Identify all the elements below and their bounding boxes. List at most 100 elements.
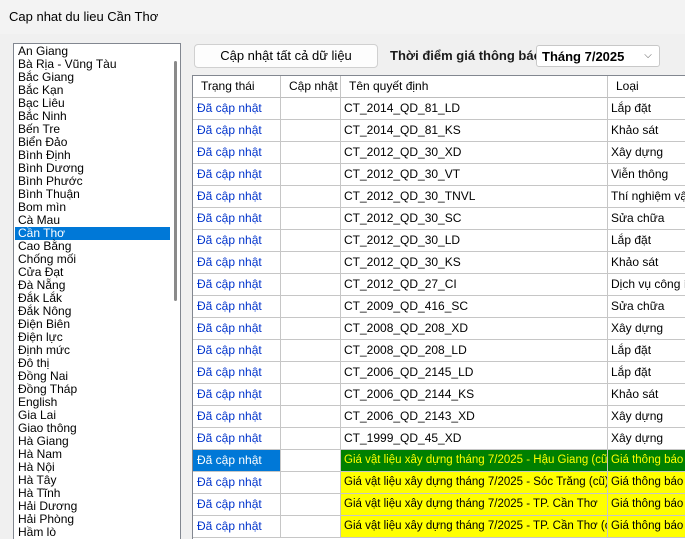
update-cell[interactable]: [281, 252, 341, 274]
update-cell[interactable]: [281, 362, 341, 384]
decision-grid[interactable]: Trạng thái Cập nhật Tên quyết định Loại …: [192, 75, 685, 539]
column-header-status[interactable]: Trạng thái: [193, 76, 281, 98]
decision-name-cell[interactable]: Giá vật liệu xây dựng tháng 7/2025 - TP.…: [341, 494, 608, 516]
type-cell[interactable]: Khảo sát: [608, 384, 685, 406]
table-row[interactable]: Đã cập nhật CT_1999_QD_45_XD Xây dựng: [193, 428, 685, 450]
table-row[interactable]: Đã cập nhật CT_2006_QD_2143_XD Xây dựng: [193, 406, 685, 428]
decision-name-cell[interactable]: CT_2008_QD_208_LD: [341, 340, 608, 362]
type-cell[interactable]: Sửa chữa: [608, 208, 685, 230]
province-list[interactable]: An Giang Bà Rịa - Vũng Tàu Bắc Giang Bắc Kạ…: [13, 43, 181, 539]
type-cell[interactable]: Giá thông báo: [608, 494, 685, 516]
decision-name-cell[interactable]: CT_2012_QD_30_TNVL: [341, 186, 608, 208]
decision-name-cell[interactable]: Giá vật liệu xây dựng tháng 7/2025 - TP.…: [341, 516, 608, 538]
table-row[interactable]: Đã cập nhật Giá vật liệu xây dựng tháng 7…: [193, 516, 685, 538]
update-cell[interactable]: [281, 230, 341, 252]
type-cell[interactable]: Lắp đặt: [608, 340, 685, 362]
table-row[interactable]: Đã cập nhật CT_2012_QD_30_VT Viễn thông: [193, 164, 685, 186]
table-row[interactable]: Đã cập nhật Giá vật liệu xây dựng tháng 7…: [193, 450, 685, 472]
table-row[interactable]: Đã cập nhật CT_2012_QD_30_KS Khảo sát: [193, 252, 685, 274]
update-cell[interactable]: [281, 208, 341, 230]
type-cell[interactable]: Khảo sát: [608, 120, 685, 142]
status-cell[interactable]: Đã cập nhật: [193, 98, 281, 120]
table-row[interactable]: Đã cập nhật CT_2012_QD_30_XD Xây dựng: [193, 142, 685, 164]
update-cell[interactable]: [281, 186, 341, 208]
status-cell[interactable]: Đã cập nhật: [193, 362, 281, 384]
type-cell[interactable]: Xây dựng: [608, 318, 685, 340]
update-cell[interactable]: [281, 494, 341, 516]
table-row[interactable]: Đã cập nhật Giá vật liệu xây dựng tháng 7…: [193, 494, 685, 516]
type-cell[interactable]: Sửa chữa: [608, 296, 685, 318]
status-cell[interactable]: Đã cập nhật: [193, 318, 281, 340]
table-row[interactable]: Đã cập nhật CT_2014_QD_81_LD Lắp đặt: [193, 98, 685, 120]
type-cell[interactable]: Xây dựng: [608, 428, 685, 450]
table-row[interactable]: Đã cập nhật CT_2009_QD_416_SC Sửa chữa: [193, 296, 685, 318]
update-cell[interactable]: [281, 164, 341, 186]
update-cell[interactable]: [281, 318, 341, 340]
table-row[interactable]: Đã cập nhật Giá vật liệu xây dựng tháng 7…: [193, 472, 685, 494]
month-select[interactable]: Tháng 7/2025 ⌵: [536, 45, 660, 67]
column-header-type[interactable]: Loại: [608, 76, 685, 98]
update-cell[interactable]: [281, 274, 341, 296]
decision-name-cell[interactable]: CT_2012_QD_30_XD: [341, 142, 608, 164]
table-row[interactable]: Đã cập nhật CT_2012_QD_27_CI Dịch vụ công …: [193, 274, 685, 296]
decision-name-cell[interactable]: Giá vật liệu xây dựng tháng 7/2025 - Sóc…: [341, 472, 608, 494]
decision-name-cell[interactable]: CT_2012_QD_30_KS: [341, 252, 608, 274]
type-cell[interactable]: Xây dựng: [608, 142, 685, 164]
status-cell[interactable]: Đã cập nhật: [193, 230, 281, 252]
status-cell[interactable]: Đã cập nhật: [193, 186, 281, 208]
status-cell[interactable]: Đã cập nhật: [193, 428, 281, 450]
table-row[interactable]: Đã cập nhật CT_2012_QD_30_SC Sửa chữa: [193, 208, 685, 230]
status-cell[interactable]: Đã cập nhật: [193, 142, 281, 164]
decision-name-cell[interactable]: CT_2006_QD_2145_LD: [341, 362, 608, 384]
status-cell[interactable]: Đã cập nhật: [193, 340, 281, 362]
table-row[interactable]: Đã cập nhật CT_2006_QD_2144_KS Khảo sát: [193, 384, 685, 406]
table-row[interactable]: Đã cập nhật CT_2008_QD_208_LD Lắp đặt: [193, 340, 685, 362]
table-row[interactable]: Đã cập nhật CT_2012_QD_30_TNVL Thí nghiệm …: [193, 186, 685, 208]
status-cell[interactable]: Đã cập nhật: [193, 516, 281, 538]
chevron-down-icon[interactable]: ⌵: [641, 48, 655, 64]
province-item[interactable]: Hầm lò: [15, 526, 175, 539]
table-row[interactable]: Đã cập nhật CT_2012_QD_30_LD Lắp đặt: [193, 230, 685, 252]
update-cell[interactable]: [281, 406, 341, 428]
update-cell[interactable]: [281, 516, 341, 538]
status-cell[interactable]: Đã cập nhật: [193, 406, 281, 428]
update-cell[interactable]: [281, 296, 341, 318]
decision-name-cell[interactable]: Giá vật liệu xây dựng tháng 7/2025 - Hậu…: [341, 450, 608, 472]
decision-name-cell[interactable]: CT_2014_QD_81_LD: [341, 98, 608, 120]
table-row[interactable]: Đã cập nhật CT_2008_QD_208_XD Xây dựng: [193, 318, 685, 340]
status-cell[interactable]: Đã cập nhật: [193, 274, 281, 296]
table-row[interactable]: Đã cập nhật CT_2006_QD_2145_LD Lắp đặt: [193, 362, 685, 384]
decision-name-cell[interactable]: CT_2012_QD_27_CI: [341, 274, 608, 296]
decision-name-cell[interactable]: CT_2006_QD_2143_XD: [341, 406, 608, 428]
decision-name-cell[interactable]: CT_2012_QD_30_SC: [341, 208, 608, 230]
decision-name-cell[interactable]: CT_2008_QD_208_XD: [341, 318, 608, 340]
type-cell[interactable]: Xây dựng: [608, 406, 685, 428]
update-cell[interactable]: [281, 120, 341, 142]
type-cell[interactable]: Viễn thông: [608, 164, 685, 186]
decision-name-cell[interactable]: CT_2014_QD_81_KS: [341, 120, 608, 142]
type-cell[interactable]: Lắp đặt: [608, 230, 685, 252]
update-cell[interactable]: [281, 472, 341, 494]
decision-name-cell[interactable]: CT_1999_QD_45_XD: [341, 428, 608, 450]
decision-name-cell[interactable]: CT_2012_QD_30_VT: [341, 164, 608, 186]
status-cell[interactable]: Đã cập nhật: [193, 450, 281, 472]
type-cell[interactable]: Giá thông báo: [608, 516, 685, 538]
status-cell[interactable]: Đã cập nhật: [193, 296, 281, 318]
type-cell[interactable]: Lắp đặt: [608, 362, 685, 384]
update-cell[interactable]: [281, 340, 341, 362]
update-all-button[interactable]: Cập nhật tất cả dữ liệu: [194, 44, 378, 68]
update-cell[interactable]: [281, 428, 341, 450]
scrollbar-thumb[interactable]: [174, 61, 177, 301]
update-cell[interactable]: [281, 384, 341, 406]
decision-name-cell[interactable]: CT_2006_QD_2144_KS: [341, 384, 608, 406]
type-cell[interactable]: Thí nghiệm vật: [608, 186, 685, 208]
status-cell[interactable]: Đã cập nhật: [193, 384, 281, 406]
update-cell[interactable]: [281, 98, 341, 120]
decision-name-cell[interactable]: CT_2012_QD_30_LD: [341, 230, 608, 252]
column-header-update[interactable]: Cập nhật: [281, 76, 341, 98]
type-cell[interactable]: Khảo sát: [608, 252, 685, 274]
type-cell[interactable]: Giá thông báo: [608, 450, 685, 472]
type-cell[interactable]: Lắp đặt: [608, 98, 685, 120]
status-cell[interactable]: Đã cập nhật: [193, 472, 281, 494]
status-cell[interactable]: Đã cập nhật: [193, 252, 281, 274]
